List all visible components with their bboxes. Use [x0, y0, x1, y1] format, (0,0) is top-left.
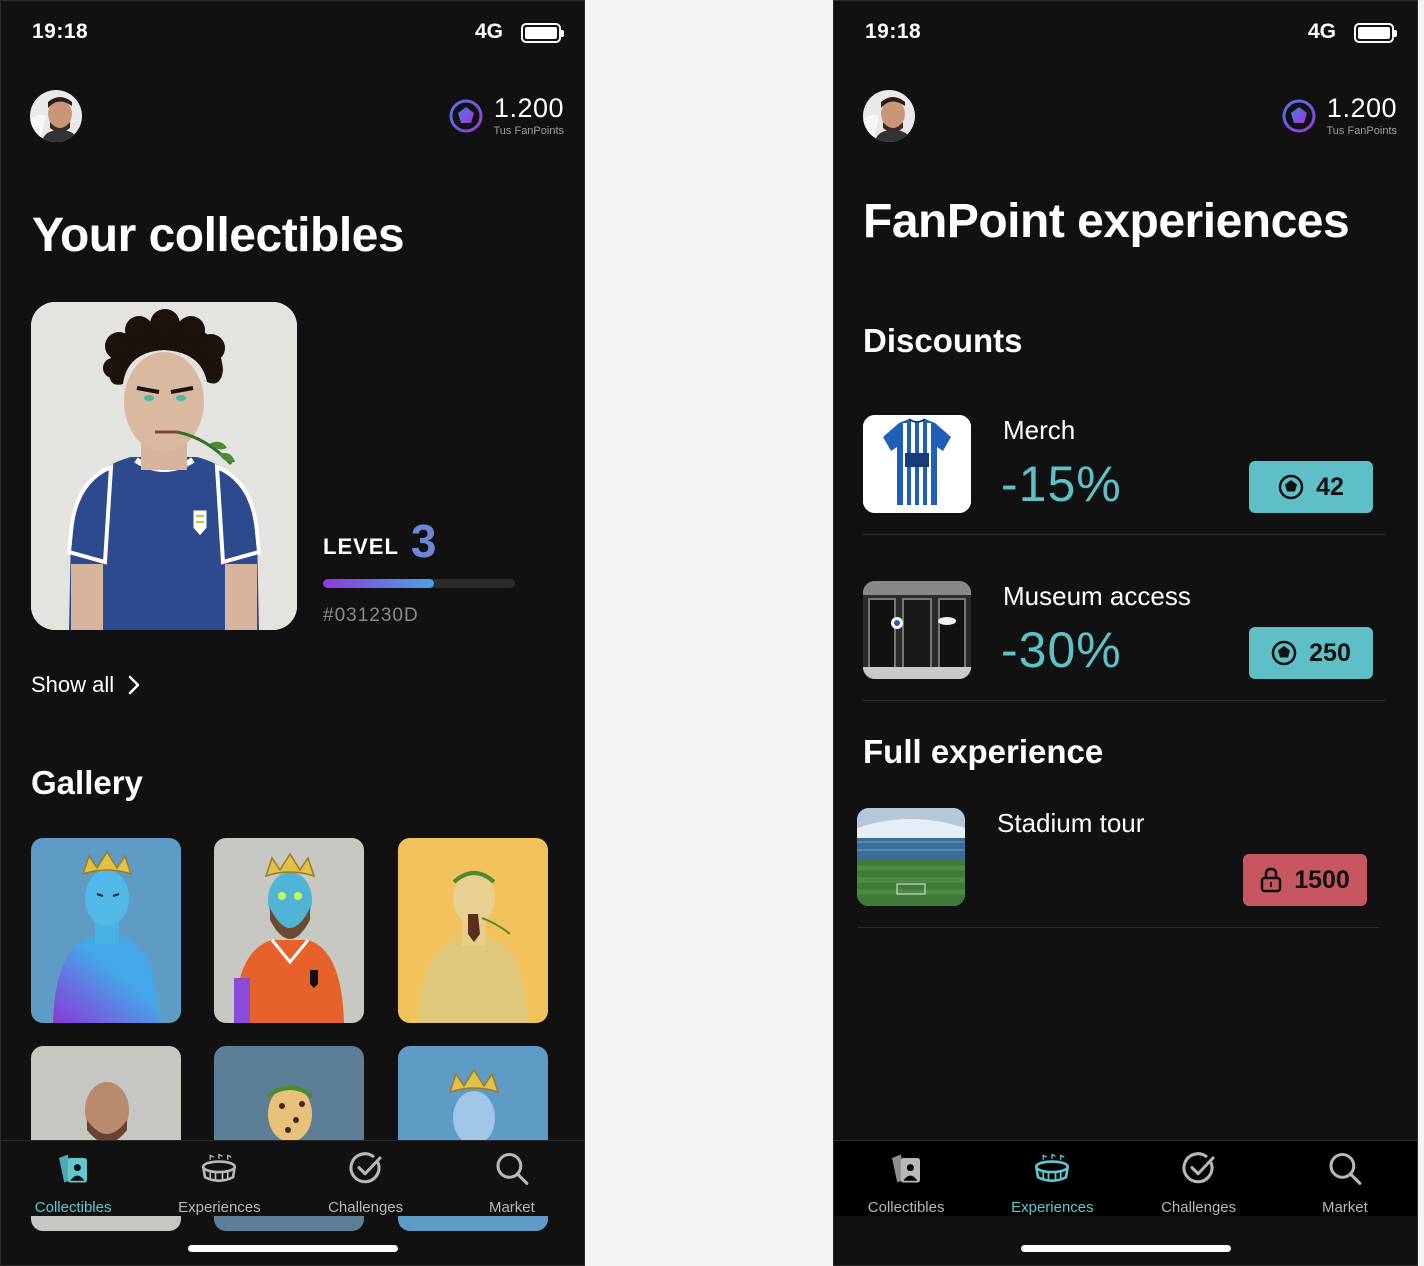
featured-collectible-card[interactable] [31, 302, 297, 630]
tab-label: Market [488, 1199, 535, 1216]
tab-challenges[interactable]: Challenges [1126, 1141, 1272, 1216]
tab-label: Challenges [328, 1199, 404, 1216]
cards-icon [59, 1154, 88, 1183]
search-icon [496, 1152, 529, 1185]
fanpoint-ball-icon [1282, 99, 1316, 133]
check-circle-icon [349, 1152, 382, 1184]
chevron-right-icon [128, 675, 140, 695]
search-icon [1329, 1152, 1362, 1185]
level-label: LEVEL [323, 534, 399, 559]
page-title: FanPoint experiences [863, 195, 1350, 248]
tab-experiences[interactable]: Experiences [979, 1141, 1125, 1216]
experience-title: Merch [1003, 415, 1076, 445]
avatar[interactable] [30, 90, 82, 142]
tab-label: Market [1321, 1199, 1368, 1216]
merch-thumbnail [863, 415, 971, 513]
level-number: 3 [410, 515, 437, 567]
fanpoint-ball-icon [449, 99, 483, 133]
tab-market[interactable]: Market [439, 1141, 585, 1216]
locked-cost-button[interactable]: 1500 [1243, 854, 1367, 906]
gallery-item[interactable] [214, 838, 364, 1023]
tab-bar: Collectibles Experiences Challenges Mark… [833, 1140, 1418, 1216]
battery-icon [1354, 23, 1397, 43]
show-all-label: Show all [31, 672, 115, 697]
gallery-item[interactable] [31, 838, 181, 1023]
fanpoints-value: 1.200 [1326, 93, 1397, 123]
tab-label: Collectibles [867, 1199, 945, 1216]
redeem-button[interactable]: 250 [1249, 627, 1373, 679]
museum-thumbnail [863, 581, 971, 679]
stadium-thumbnail [857, 808, 965, 906]
level-progress-fill [323, 579, 435, 588]
stadium-icon [1035, 1153, 1070, 1183]
check-circle-icon [1182, 1152, 1215, 1184]
discounts-heading: Discounts [863, 322, 1023, 359]
level-indicator: LEVEL 3 [323, 518, 437, 564]
tab-label: Collectibles [34, 1199, 112, 1216]
collectible-thumbnail [418, 871, 528, 1023]
experience-item-merch[interactable]: Merch -15% 42 [863, 415, 1385, 535]
experience-item-museum[interactable]: Museum access -30% 250 [863, 581, 1385, 701]
tab-bar: Collectibles Experiences Challenges Mark… [0, 1140, 585, 1216]
football-icon [1278, 474, 1304, 500]
tab-challenges[interactable]: Challenges [293, 1141, 439, 1216]
fanpoints-label: Tus FanPoints [1326, 125, 1397, 137]
fanpoints-badge[interactable]: 1.200 Tus FanPoints [1282, 94, 1397, 137]
lock-icon [1260, 867, 1282, 893]
redeem-button[interactable]: 42 [1249, 461, 1373, 513]
fanpoints-value: 1.200 [493, 93, 564, 123]
tab-label: Challenges [1161, 1199, 1237, 1216]
locked-cost: 1500 [1294, 865, 1350, 894]
experience-item-stadium-tour[interactable]: Stadium tour 1500 [857, 808, 1379, 928]
collectibles-screen: 19:18 4G 1.200 Tus FanPoints Your collec… [0, 0, 585, 1266]
tab-label: Experiences [178, 1199, 261, 1216]
fanpoints-label: Tus FanPoints [493, 125, 564, 137]
collectible-thumbnail [234, 852, 344, 1023]
stadium-icon [202, 1153, 237, 1183]
network-indicator: 4G [1307, 20, 1336, 43]
experience-discount: -30% [1001, 622, 1122, 678]
status-time: 19:18 [865, 20, 922, 43]
tab-market[interactable]: Market [1272, 1141, 1418, 1216]
token-id: #031230D [323, 605, 419, 626]
gallery-item[interactable] [398, 838, 548, 1023]
tab-label: Experiences [1011, 1199, 1094, 1216]
fanpoints-badge[interactable]: 1.200 Tus FanPoints [449, 94, 564, 137]
network-indicator: 4G [474, 20, 503, 43]
experience-title: Museum access [1003, 581, 1191, 611]
collectible-thumbnail [53, 850, 159, 1023]
redeem-cost: 42 [1316, 472, 1344, 501]
football-icon [1271, 640, 1297, 666]
redeem-cost: 250 [1309, 638, 1351, 667]
gallery-heading: Gallery [31, 764, 143, 801]
home-indicator[interactable] [187, 1245, 398, 1252]
page-title: Your collectibles [32, 209, 405, 262]
experience-title: Stadium tour [997, 808, 1145, 838]
level-progress-bar [323, 579, 515, 588]
experience-discount: -15% [1001, 456, 1122, 512]
cards-icon [892, 1154, 921, 1183]
show-all-link[interactable]: Show all [31, 672, 140, 698]
full-experience-heading: Full experience [863, 733, 1104, 770]
tab-collectibles[interactable]: Collectibles [833, 1141, 979, 1216]
status-time: 19:18 [32, 20, 89, 43]
experiences-screen: 19:18 4G 1.200 Tus FanPoints FanPoint ex… [833, 0, 1418, 1266]
collectible-artwork [31, 302, 297, 630]
home-indicator[interactable] [1020, 1245, 1231, 1252]
avatar[interactable] [863, 90, 915, 142]
tab-collectibles[interactable]: Collectibles [0, 1141, 146, 1216]
battery-icon [521, 23, 564, 43]
tab-experiences[interactable]: Experiences [146, 1141, 292, 1216]
